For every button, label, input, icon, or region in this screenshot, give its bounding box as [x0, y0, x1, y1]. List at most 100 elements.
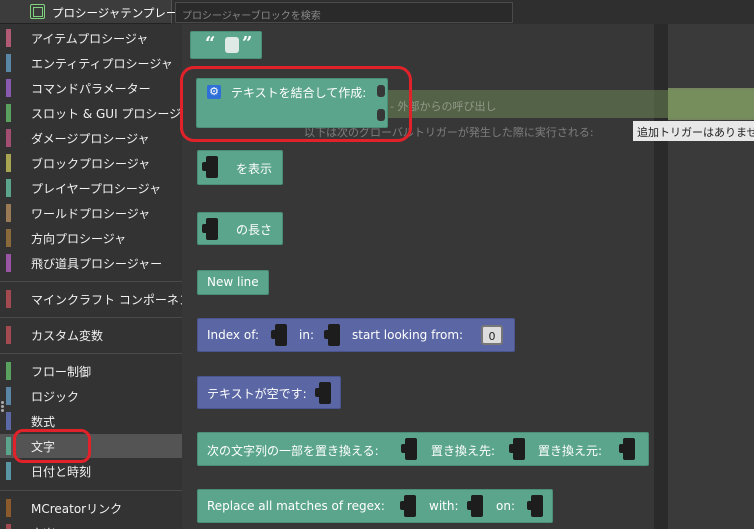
value-slot[interactable]: [202, 156, 218, 178]
category-label: マインクラフト コンポーネント: [31, 293, 203, 307]
replace-to-label: 置き換え先:: [431, 444, 496, 458]
is-empty-label: テキストが空です:: [207, 387, 307, 401]
value-slot[interactable]: [619, 438, 635, 460]
sidebar-category[interactable]: 飛び道具プロシージャー: [0, 251, 182, 275]
sidebar-category[interactable]: プレイヤープロシージャ: [0, 176, 182, 200]
category-label: 日付と時刻: [31, 465, 92, 479]
category-label: コマンドパラメーター: [31, 82, 151, 96]
length-label: の長さ: [236, 223, 273, 237]
value-slot[interactable]: [401, 438, 417, 460]
category-color-swatch: [6, 290, 11, 308]
replace-label: 次の文字列の一部を置き換える:: [207, 444, 379, 458]
category-color-swatch: [6, 179, 11, 197]
text-field[interactable]: [225, 37, 239, 53]
value-slot[interactable]: [202, 218, 218, 240]
index-of-block[interactable]: Index of: in: start looking from: 0: [197, 318, 515, 352]
replace-from-label: 置き換え元:: [538, 444, 603, 458]
trigger-dropdown[interactable]: 追加トリガーはありません: [633, 121, 754, 141]
category-color-swatch: [6, 54, 11, 72]
start-number-field[interactable]: 0: [481, 325, 503, 345]
sidebar-category[interactable]: フロー制御: [0, 359, 182, 383]
sidebar-category[interactable]: MCreatorリンク: [0, 496, 182, 520]
category-label: カスタム変数: [31, 329, 104, 343]
category-color-swatch: [6, 362, 11, 380]
category-label: プレイヤープロシージャ: [31, 182, 162, 196]
print-text-block[interactable]: を表示: [197, 150, 283, 185]
replace-text-block[interactable]: 次の文字列の一部を置き換える: 置き換え先: 置き換え元:: [197, 432, 649, 466]
category-color-swatch: [6, 104, 11, 122]
category-label: アイテムプロシージャ: [31, 32, 149, 46]
open-quote-icon: “: [205, 33, 216, 54]
category-label: 音楽: [31, 525, 55, 529]
value-slot[interactable]: [527, 495, 543, 517]
text-length-block[interactable]: の長さ: [197, 212, 283, 245]
regex-label: Replace all matches of regex:: [207, 499, 385, 513]
tab-procedure-templates[interactable]: プロシージャテンプレート: [0, 0, 189, 24]
category-label: エンティティプロシージャ: [31, 57, 173, 71]
sidebar-category[interactable]: 音楽: [0, 521, 182, 529]
new-line-block[interactable]: New line: [197, 270, 269, 295]
drag-handle-icon[interactable]: [1, 401, 5, 413]
sidebar-category[interactable]: カスタム変数: [0, 323, 182, 347]
category-color-swatch: [6, 387, 11, 405]
value-slot[interactable]: [271, 324, 287, 346]
category-color-swatch: [6, 499, 11, 517]
sidebar-category[interactable]: コマンドパラメーター: [0, 76, 182, 100]
sidebar-category[interactable]: アイテムプロシージャ: [0, 26, 182, 50]
template-icon: [30, 4, 45, 19]
sidebar-category[interactable]: エンティティプロシージャ: [0, 51, 182, 75]
sidebar-category[interactable]: ワールドプロシージャ: [0, 201, 182, 225]
category-color-swatch: [6, 204, 11, 222]
category-color-swatch: [6, 79, 11, 97]
category-label: ダメージプロシージャ: [31, 132, 150, 146]
category-label: ロジック: [31, 390, 80, 404]
category-label: MCreatorリンク: [31, 502, 123, 516]
category-color-swatch: [6, 326, 11, 344]
category-label: 方向プロシージャ: [31, 232, 127, 246]
tab-label: プロシージャテンプレート: [52, 6, 189, 20]
category-color-swatch: [6, 412, 11, 430]
value-slot[interactable]: [467, 495, 483, 517]
category-label: 飛び道具プロシージャー: [31, 257, 163, 271]
sidebar-category[interactable]: マインクラフト コンポーネント: [0, 287, 203, 311]
new-line-label: New line: [207, 275, 259, 289]
sidebar-category[interactable]: ブロックプロシージャ: [0, 151, 182, 175]
category-label: フロー制御: [31, 365, 92, 379]
index-of-label: Index of:: [207, 328, 260, 342]
category-label: ブロックプロシージャ: [31, 157, 151, 171]
sidebar-divider: [0, 281, 182, 282]
search-placeholder: プロシージャーブロックを検索: [182, 11, 321, 22]
text-is-empty-block[interactable]: テキストが空です:: [197, 376, 341, 409]
value-slot[interactable]: [315, 382, 331, 404]
sidebar-divider: [0, 317, 182, 318]
value-slot[interactable]: [324, 324, 340, 346]
category-color-swatch: [6, 524, 11, 529]
sidebar-divider: [0, 490, 182, 491]
category-color-swatch: [6, 229, 11, 247]
highlight-join-block: [180, 66, 412, 142]
category-label: ワールドプロシージャ: [31, 207, 151, 221]
highlight-text-category: [13, 429, 91, 463]
value-slot[interactable]: [509, 438, 525, 460]
sidebar-divider: [0, 353, 182, 354]
category-label: スロット & GUI プロシージャ: [31, 107, 193, 121]
sidebar-category[interactable]: 方向プロシージャ: [0, 226, 182, 250]
value-slot[interactable]: [400, 495, 416, 517]
category-color-swatch: [6, 462, 11, 480]
category-color-swatch: [6, 129, 11, 147]
regex-replace-block[interactable]: Replace all matches of regex: with: on:: [197, 489, 553, 523]
on-label: on:: [496, 499, 515, 513]
category-color-swatch: [6, 154, 11, 172]
category-color-swatch: [6, 29, 11, 47]
text-literal-block[interactable]: “ ”: [190, 31, 262, 59]
print-label: を表示: [236, 162, 273, 176]
start-looking-label: start looking from:: [352, 328, 464, 342]
in-label: in:: [299, 328, 314, 342]
close-quote-icon: ”: [242, 33, 253, 54]
sidebar-category[interactable]: ロジック: [0, 384, 182, 408]
category-label: 数式: [31, 415, 56, 429]
sidebar-category[interactable]: ダメージプロシージャ: [0, 126, 182, 150]
category-color-swatch: [6, 254, 11, 272]
with-label: with:: [429, 499, 459, 513]
sidebar-category[interactable]: スロット & GUI プロシージャ: [0, 101, 193, 125]
